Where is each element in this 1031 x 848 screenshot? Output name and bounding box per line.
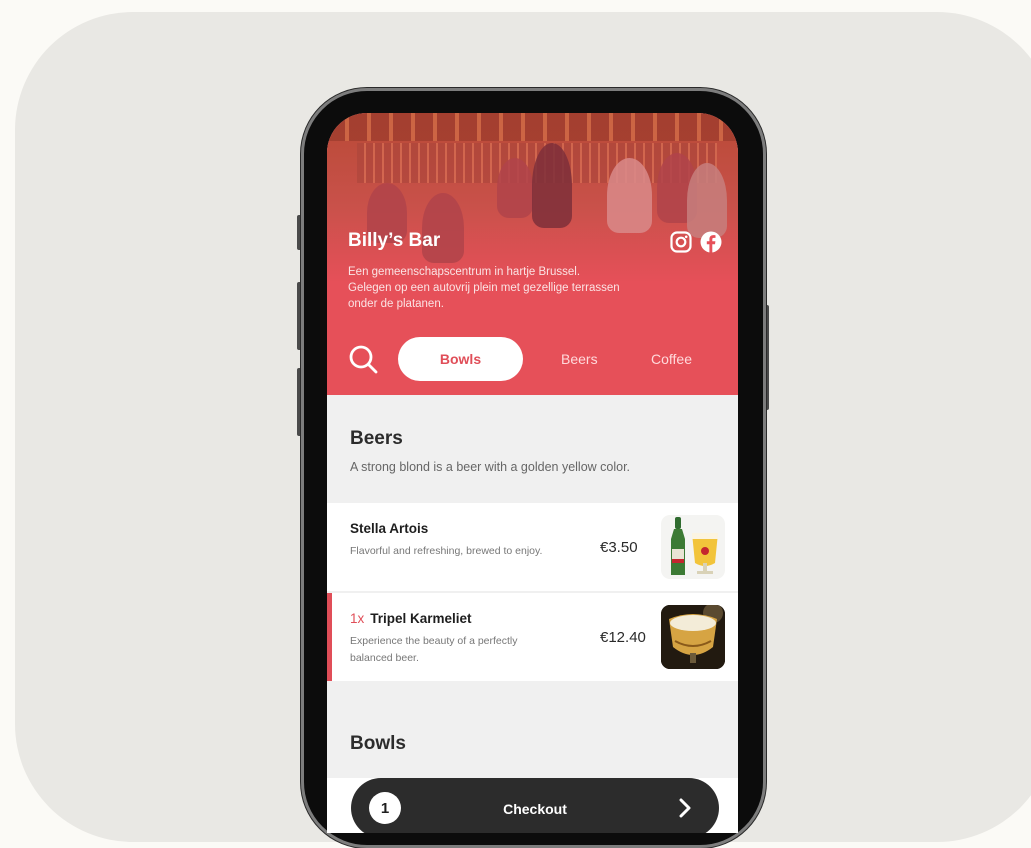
cart-quantity: 1x xyxy=(350,611,365,626)
menu-item-name: 1x Tripel Karmeliet xyxy=(350,611,472,626)
menu-item-price: €3.50 xyxy=(600,539,638,556)
menu-item-description: Flavorful and refreshing, brewed to enjo… xyxy=(350,545,543,557)
venue-photo xyxy=(327,113,738,283)
venue-name: Billy’s Bar xyxy=(348,230,441,251)
venue-description-line: Gelegen op een autovrij plein met gezell… xyxy=(348,282,620,294)
section-description: A strong blond is a beer with a golden y… xyxy=(350,460,631,474)
venue-description-line: Een gemeenschapscentrum in hartje Brusse… xyxy=(348,266,581,278)
venue-description: Een gemeenschapscentrum in hartje Brusse… xyxy=(348,264,708,312)
menu-item-tripel-karmeliet[interactable]: 1x Tripel Karmeliet Experience the beauty… xyxy=(327,593,738,681)
chevron-right-icon xyxy=(679,798,691,818)
menu-item-description: Experience the beauty of a perfectly bal… xyxy=(350,635,518,664)
menu-item-price: €12.40 xyxy=(600,629,646,646)
section-title-beers: Beers xyxy=(350,428,403,449)
section-title-bowls: Bowls xyxy=(350,733,406,754)
stella-artois-image xyxy=(661,515,725,579)
menu-item-name-text: Tripel Karmeliet xyxy=(370,611,472,626)
tab-beers[interactable]: Beers xyxy=(561,337,598,381)
facebook-icon[interactable] xyxy=(700,231,722,253)
instagram-icon[interactable] xyxy=(670,231,692,253)
checkout-button[interactable]: 1 Checkout xyxy=(351,778,719,833)
menu-item-stella-artois[interactable]: Stella Artois Flavorful and refreshing, … xyxy=(327,503,738,591)
app-screen: Billy’s Bar Een gemeenschapscentrum in h… xyxy=(327,113,738,833)
tab-bowls[interactable]: Bowls xyxy=(398,337,523,381)
tripel-karmeliet-image xyxy=(661,605,725,669)
venue-header: Billy’s Bar Een gemeenschapscentrum in h… xyxy=(327,113,738,395)
menu-item-name-text: Stella Artois xyxy=(350,521,429,536)
checkout-label: Checkout xyxy=(503,801,567,817)
search-icon[interactable] xyxy=(347,343,379,375)
menu-item-name: Stella Artois xyxy=(350,521,428,536)
venue-description-line: onder de platanen. xyxy=(348,298,444,310)
in-cart-indicator xyxy=(327,593,332,681)
tab-coffee[interactable]: Coffee xyxy=(651,337,692,381)
